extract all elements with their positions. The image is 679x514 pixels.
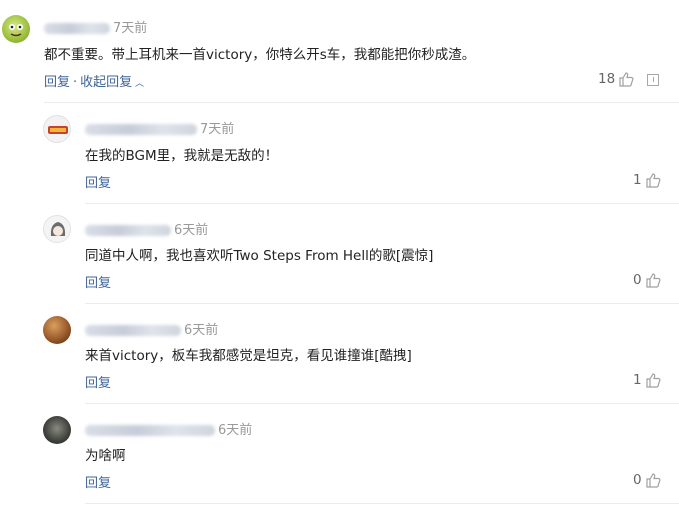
avatar[interactable]: [43, 215, 71, 243]
comment-actions: 回复: [85, 272, 111, 291]
reply-button[interactable]: 回复: [85, 476, 111, 491]
reply-button[interactable]: 回复: [85, 376, 111, 391]
comment-text: 为啥啊: [85, 448, 126, 464]
collapse-replies-label: 收起回复: [80, 75, 133, 90]
reply-button[interactable]: 回复: [44, 75, 70, 90]
avatar[interactable]: [2, 15, 30, 43]
comment-text: 同道中人啊，我也喜欢听Two Steps From Hell的歌[震惊]: [85, 248, 434, 264]
like-count: 0: [633, 472, 642, 488]
comment-meta: 7天前: [85, 118, 234, 137]
like-count: 1: [633, 172, 642, 188]
divider: [44, 102, 679, 103]
avatar[interactable]: [43, 316, 71, 344]
divider: [85, 403, 679, 404]
like-button[interactable]: 0: [633, 472, 661, 488]
thumbs-up-icon: [619, 72, 634, 87]
comment-meta: 6天前: [85, 219, 208, 238]
chevron-up-icon: ︿: [132, 79, 145, 89]
like-button[interactable]: 1: [633, 172, 661, 188]
comment-time: 7天前: [113, 21, 148, 36]
divider: [85, 303, 679, 304]
comment-time: 7天前: [200, 122, 235, 137]
like-button[interactable]: 18: [598, 71, 634, 87]
username-blurred[interactable]: [85, 225, 171, 236]
comment-time: 6天前: [218, 423, 253, 438]
comment-time: 6天前: [174, 223, 209, 238]
like-button[interactable]: 1: [633, 372, 661, 388]
comment-actions: 回复: [85, 172, 111, 191]
report-icon[interactable]: [647, 74, 659, 86]
comment-actions: 回复: [85, 372, 111, 391]
reply-button[interactable]: 回复: [85, 176, 111, 191]
comment-time: 6天前: [184, 323, 219, 338]
avatar[interactable]: [43, 115, 71, 143]
comment-actions: 回复 · 收起回复 ︿: [44, 71, 144, 90]
comment-meta: 6天前: [85, 419, 252, 438]
thumbs-up-icon: [645, 473, 661, 488]
thumbs-up-icon: [645, 173, 661, 188]
username-blurred[interactable]: [85, 425, 215, 436]
anime-girl-icon: [50, 222, 66, 236]
divider: [85, 503, 679, 504]
like-button[interactable]: 0: [633, 272, 661, 288]
comment-text: 都不重要。带上耳机来一首victory，你特么开s车，我都能把你秒成渣。: [44, 47, 476, 63]
avatar[interactable]: [43, 416, 71, 444]
thumbs-up-icon: [645, 273, 661, 288]
divider: [85, 203, 679, 204]
reply-button[interactable]: 回复: [85, 276, 111, 291]
like-count: 18: [598, 71, 616, 87]
like-count: 0: [633, 272, 642, 288]
separator-dot: ·: [73, 75, 78, 90]
comment-meta: 7天前: [44, 17, 147, 36]
username-blurred[interactable]: [44, 23, 110, 34]
thumbs-up-icon: [645, 373, 661, 388]
comment-text: 在我的BGM里，我就是无敌的！: [85, 148, 279, 164]
comment-meta: 6天前: [85, 319, 218, 338]
collapse-replies-button[interactable]: 收起回复 ︿: [80, 75, 144, 90]
username-blurred[interactable]: [85, 325, 181, 336]
frog-face-icon: [9, 24, 23, 37]
like-count: 1: [633, 372, 642, 388]
username-blurred[interactable]: [85, 124, 197, 135]
comment-actions: 回复: [85, 472, 111, 491]
game-logo-icon: [48, 126, 68, 134]
comment-text: 来首victory，板车我都感觉是坦克，看见谁撞谁[酷拽]: [85, 348, 412, 364]
